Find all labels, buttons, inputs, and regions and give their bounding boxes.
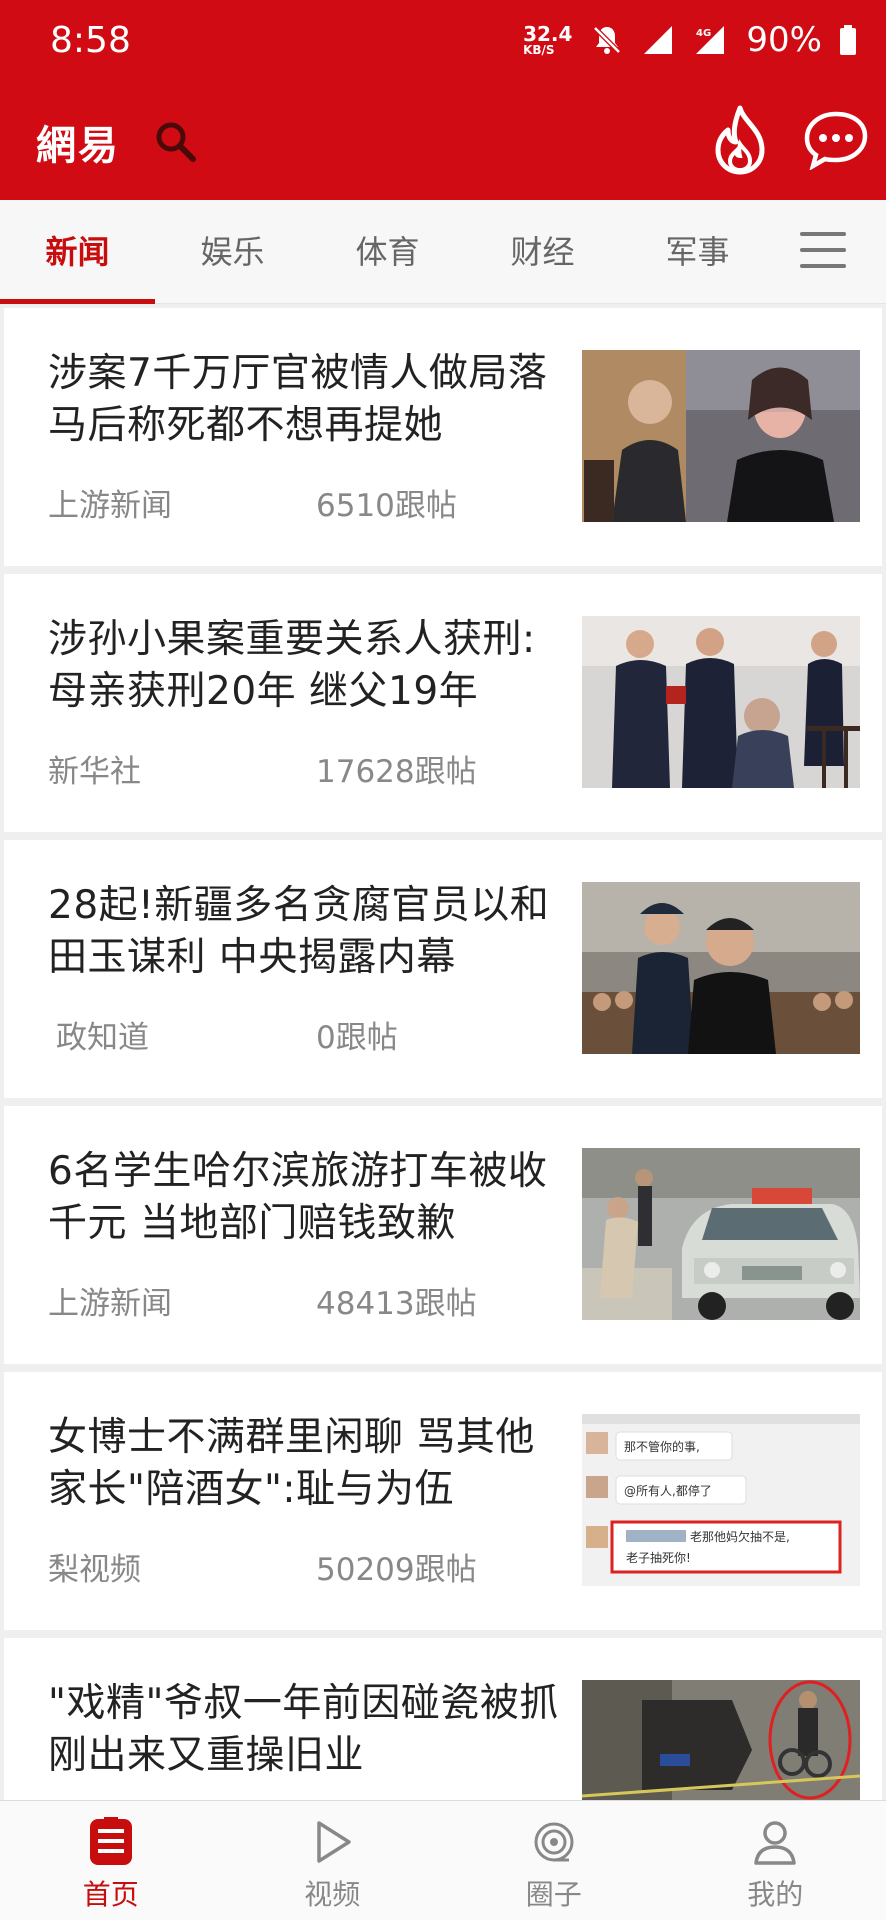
news-source: 政知道: [56, 1020, 149, 1056]
play-icon: [317, 1821, 351, 1863]
news-comments: 17628跟帖: [316, 754, 477, 790]
svg-text:老那他妈欠抽不是,: 老那他妈欠抽不是,: [690, 1529, 790, 1544]
search-icon[interactable]: [154, 120, 198, 164]
signal-4g-icon: 4G: [692, 24, 728, 56]
bottom-navigation: 首页 视频 圈子 我的: [0, 1800, 886, 1920]
news-title: "戏精"爷叔一年前因碰瓷被抓 刚出来又重操旧业: [48, 1681, 559, 1778]
home-list-icon: [89, 1817, 132, 1865]
news-title: 6名学生哈尔滨旅游打车被收千元 当地部门赔钱致歉: [48, 1149, 548, 1246]
news-title: 女博士不满群里闲聊 骂其他家长"陪酒女":耻与为伍: [48, 1415, 535, 1512]
tab-news[interactable]: 新闻: [0, 200, 155, 304]
news-item[interactable]: 涉孙小果案重要关系人获刑:母亲获刑20年 继父19年 新华社 17628跟帖: [4, 574, 882, 832]
news-thumbnail: [582, 1680, 860, 1800]
nav-home[interactable]: 首页: [0, 1801, 222, 1920]
news-source: 上游新闻: [48, 488, 172, 524]
news-thumbnail: 那不管你的事, @所有人,都停了 老那他妈欠抽不是, 老子抽死你!: [582, 1414, 860, 1586]
nav-circle[interactable]: 圈子: [443, 1801, 665, 1920]
news-thumbnail: [582, 350, 860, 522]
header-actions: [706, 100, 874, 180]
news-thumbnail: [582, 616, 860, 788]
bell-muted-icon: [590, 23, 624, 57]
status-bar: 8:58 32.4 KB/S 4G 90%: [0, 0, 886, 80]
user-icon: [754, 1821, 796, 1865]
news-source: 新华社: [48, 754, 141, 790]
menu-icon[interactable]: [800, 232, 846, 270]
news-item[interactable]: 6名学生哈尔滨旅游打车被收千元 当地部门赔钱致歉 上游新闻 48413跟帖: [4, 1106, 882, 1364]
status-icons: 32.4 KB/S 4G 90%: [523, 20, 856, 60]
news-source: 梨视频: [48, 1552, 141, 1588]
nav-video-label: 视频: [304, 1878, 361, 1911]
news-title: 涉案7千万厅官被情人做局落马后称死都不想再提她: [48, 351, 548, 448]
battery-icon: [840, 25, 856, 55]
news-comments: 6510跟帖: [316, 488, 457, 524]
news-comments: 0跟帖: [316, 1020, 398, 1056]
news-thumbnail: [582, 882, 860, 1054]
tab-sports[interactable]: 体育: [310, 200, 465, 304]
nav-home-label: 首页: [82, 1878, 139, 1911]
tab-military[interactable]: 军事: [620, 200, 775, 304]
news-item[interactable]: 28起!新疆多名贪腐官员以和田玉谋利 中央揭露内幕 政知道 0跟帖: [4, 840, 882, 1098]
app-logo: 網易: [36, 122, 120, 169]
app-bar: 網易: [0, 92, 886, 192]
news-item[interactable]: "戏精"爷叔一年前因碰瓷被抓 刚出来又重操旧业: [4, 1638, 882, 1818]
tab-finance[interactable]: 财经: [465, 200, 620, 304]
svg-text:那不管你的事,: 那不管你的事,: [624, 1439, 700, 1454]
nav-me[interactable]: 我的: [665, 1801, 886, 1920]
news-title: 28起!新疆多名贪腐官员以和田玉谋利 中央揭露内幕: [48, 883, 550, 980]
news-item[interactable]: 涉案7千万厅官被情人做局落马后称死都不想再提她 上游新闻 6510跟帖: [4, 308, 882, 566]
news-item[interactable]: 女博士不满群里闲聊 骂其他家长"陪酒女":耻与为伍 梨视频 50209跟帖 那不…: [4, 1372, 882, 1630]
signal-icon: [642, 24, 674, 56]
top-bar: 8:58 32.4 KB/S 4G 90% 網易: [0, 0, 886, 200]
flame-icon[interactable]: [706, 100, 774, 180]
news-source: 上游新闻: [48, 1286, 172, 1322]
svg-text:老子抽死你!: 老子抽死你!: [626, 1551, 691, 1565]
svg-text:@所有人,都停了: @所有人,都停了: [624, 1483, 712, 1498]
status-time: 8:58: [50, 19, 131, 61]
net-speed: 32.4 KB/S: [523, 22, 573, 57]
nav-circle-label: 圈子: [525, 1878, 582, 1911]
nav-me-label: 我的: [747, 1878, 804, 1911]
battery-percent: 90%: [746, 20, 822, 60]
nav-video[interactable]: 视频: [222, 1801, 444, 1920]
tab-entertainment[interactable]: 娱乐: [155, 200, 310, 304]
news-comments: 50209跟帖: [316, 1552, 477, 1588]
news-comments: 48413跟帖: [316, 1286, 477, 1322]
chat-bubble-icon[interactable]: [798, 100, 874, 180]
circle-community-icon: [534, 1822, 574, 1862]
channel-tabs: 新闻 娱乐 体育 财经 军事: [0, 200, 886, 304]
svg-text:4G: 4G: [696, 28, 711, 39]
news-title: 涉孙小果案重要关系人获刑:母亲获刑20年 继父19年: [48, 617, 536, 714]
news-thumbnail: [582, 1148, 860, 1320]
